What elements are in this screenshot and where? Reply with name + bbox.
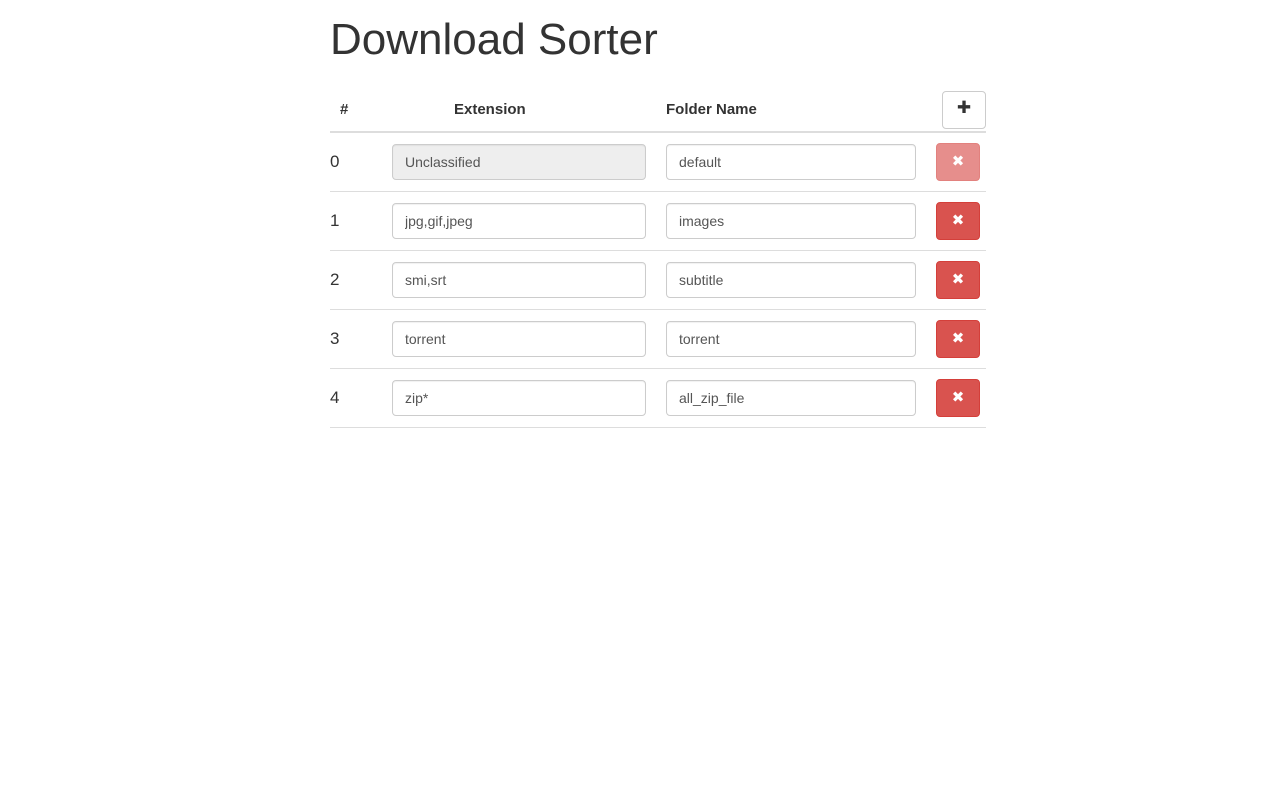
actions-cell: ✖ xyxy=(936,368,986,427)
row-index: 2 xyxy=(330,269,340,289)
extension-input[interactable] xyxy=(392,379,646,416)
row-index: 0 xyxy=(330,152,340,172)
table-body: 0✖1✖2✖3✖4✖ xyxy=(330,132,986,428)
folder-name-cell xyxy=(666,309,936,368)
plus-icon: ✚ xyxy=(956,98,972,119)
content-container: Download Sorter # Extension Folder Name … xyxy=(330,0,986,428)
column-header-index: # xyxy=(340,101,349,119)
delete-row-button[interactable]: ✖ xyxy=(936,260,980,299)
times-icon: ✖ xyxy=(951,329,965,348)
folder-name-input[interactable] xyxy=(666,144,916,181)
delete-row-button[interactable]: ✖ xyxy=(936,201,980,240)
table-header: # Extension Folder Name ✚ xyxy=(330,88,986,133)
folder-name-input[interactable] xyxy=(666,261,916,298)
page-root: Download Sorter # Extension Folder Name … xyxy=(0,0,1280,800)
actions-cell: ✖ xyxy=(936,309,986,368)
row-index: 4 xyxy=(330,387,340,407)
row-index: 3 xyxy=(330,328,340,348)
times-icon: ✖ xyxy=(951,152,965,171)
times-icon: ✖ xyxy=(951,211,965,230)
column-header-folder-name: Folder Name xyxy=(666,101,757,119)
table-row: 0✖ xyxy=(330,132,986,192)
table-header-row: # Extension Folder Name ✚ xyxy=(330,88,986,133)
table-row: 1✖ xyxy=(330,191,986,251)
extension-input[interactable] xyxy=(392,320,646,357)
extension-input xyxy=(392,144,646,181)
extension-cell xyxy=(392,250,666,309)
table-row: 4✖ xyxy=(330,368,986,428)
page-title: Download Sorter xyxy=(330,15,658,64)
table-row: 3✖ xyxy=(330,309,986,369)
actions-cell: ✖ xyxy=(936,191,986,250)
extension-cell xyxy=(392,309,666,368)
delete-row-button[interactable]: ✖ xyxy=(936,319,980,358)
table-row: 2✖ xyxy=(330,250,986,310)
extension-mapping-table: # Extension Folder Name ✚ 0✖1✖2✖3✖4✖ xyxy=(330,88,986,428)
folder-name-input[interactable] xyxy=(666,320,916,357)
times-icon: ✖ xyxy=(951,388,965,407)
delete-row-button[interactable]: ✖ xyxy=(936,378,980,417)
extension-input[interactable] xyxy=(392,261,646,298)
folder-name-cell xyxy=(666,191,936,250)
add-row-button[interactable]: ✚ xyxy=(942,90,986,129)
delete-row-button: ✖ xyxy=(936,143,980,182)
extension-cell xyxy=(392,368,666,427)
actions-cell: ✖ xyxy=(936,132,986,191)
folder-name-cell xyxy=(666,250,936,309)
column-header-actions: ✚ xyxy=(936,88,986,132)
column-header-extension: Extension xyxy=(454,101,526,119)
folder-name-cell xyxy=(666,132,936,191)
row-index: 1 xyxy=(330,210,340,230)
folder-name-cell xyxy=(666,368,936,427)
folder-name-input[interactable] xyxy=(666,202,916,239)
times-icon: ✖ xyxy=(951,270,965,289)
extension-cell xyxy=(392,132,666,191)
actions-cell: ✖ xyxy=(936,250,986,309)
folder-name-input[interactable] xyxy=(666,379,916,416)
extension-input[interactable] xyxy=(392,202,646,239)
extension-cell xyxy=(392,191,666,250)
